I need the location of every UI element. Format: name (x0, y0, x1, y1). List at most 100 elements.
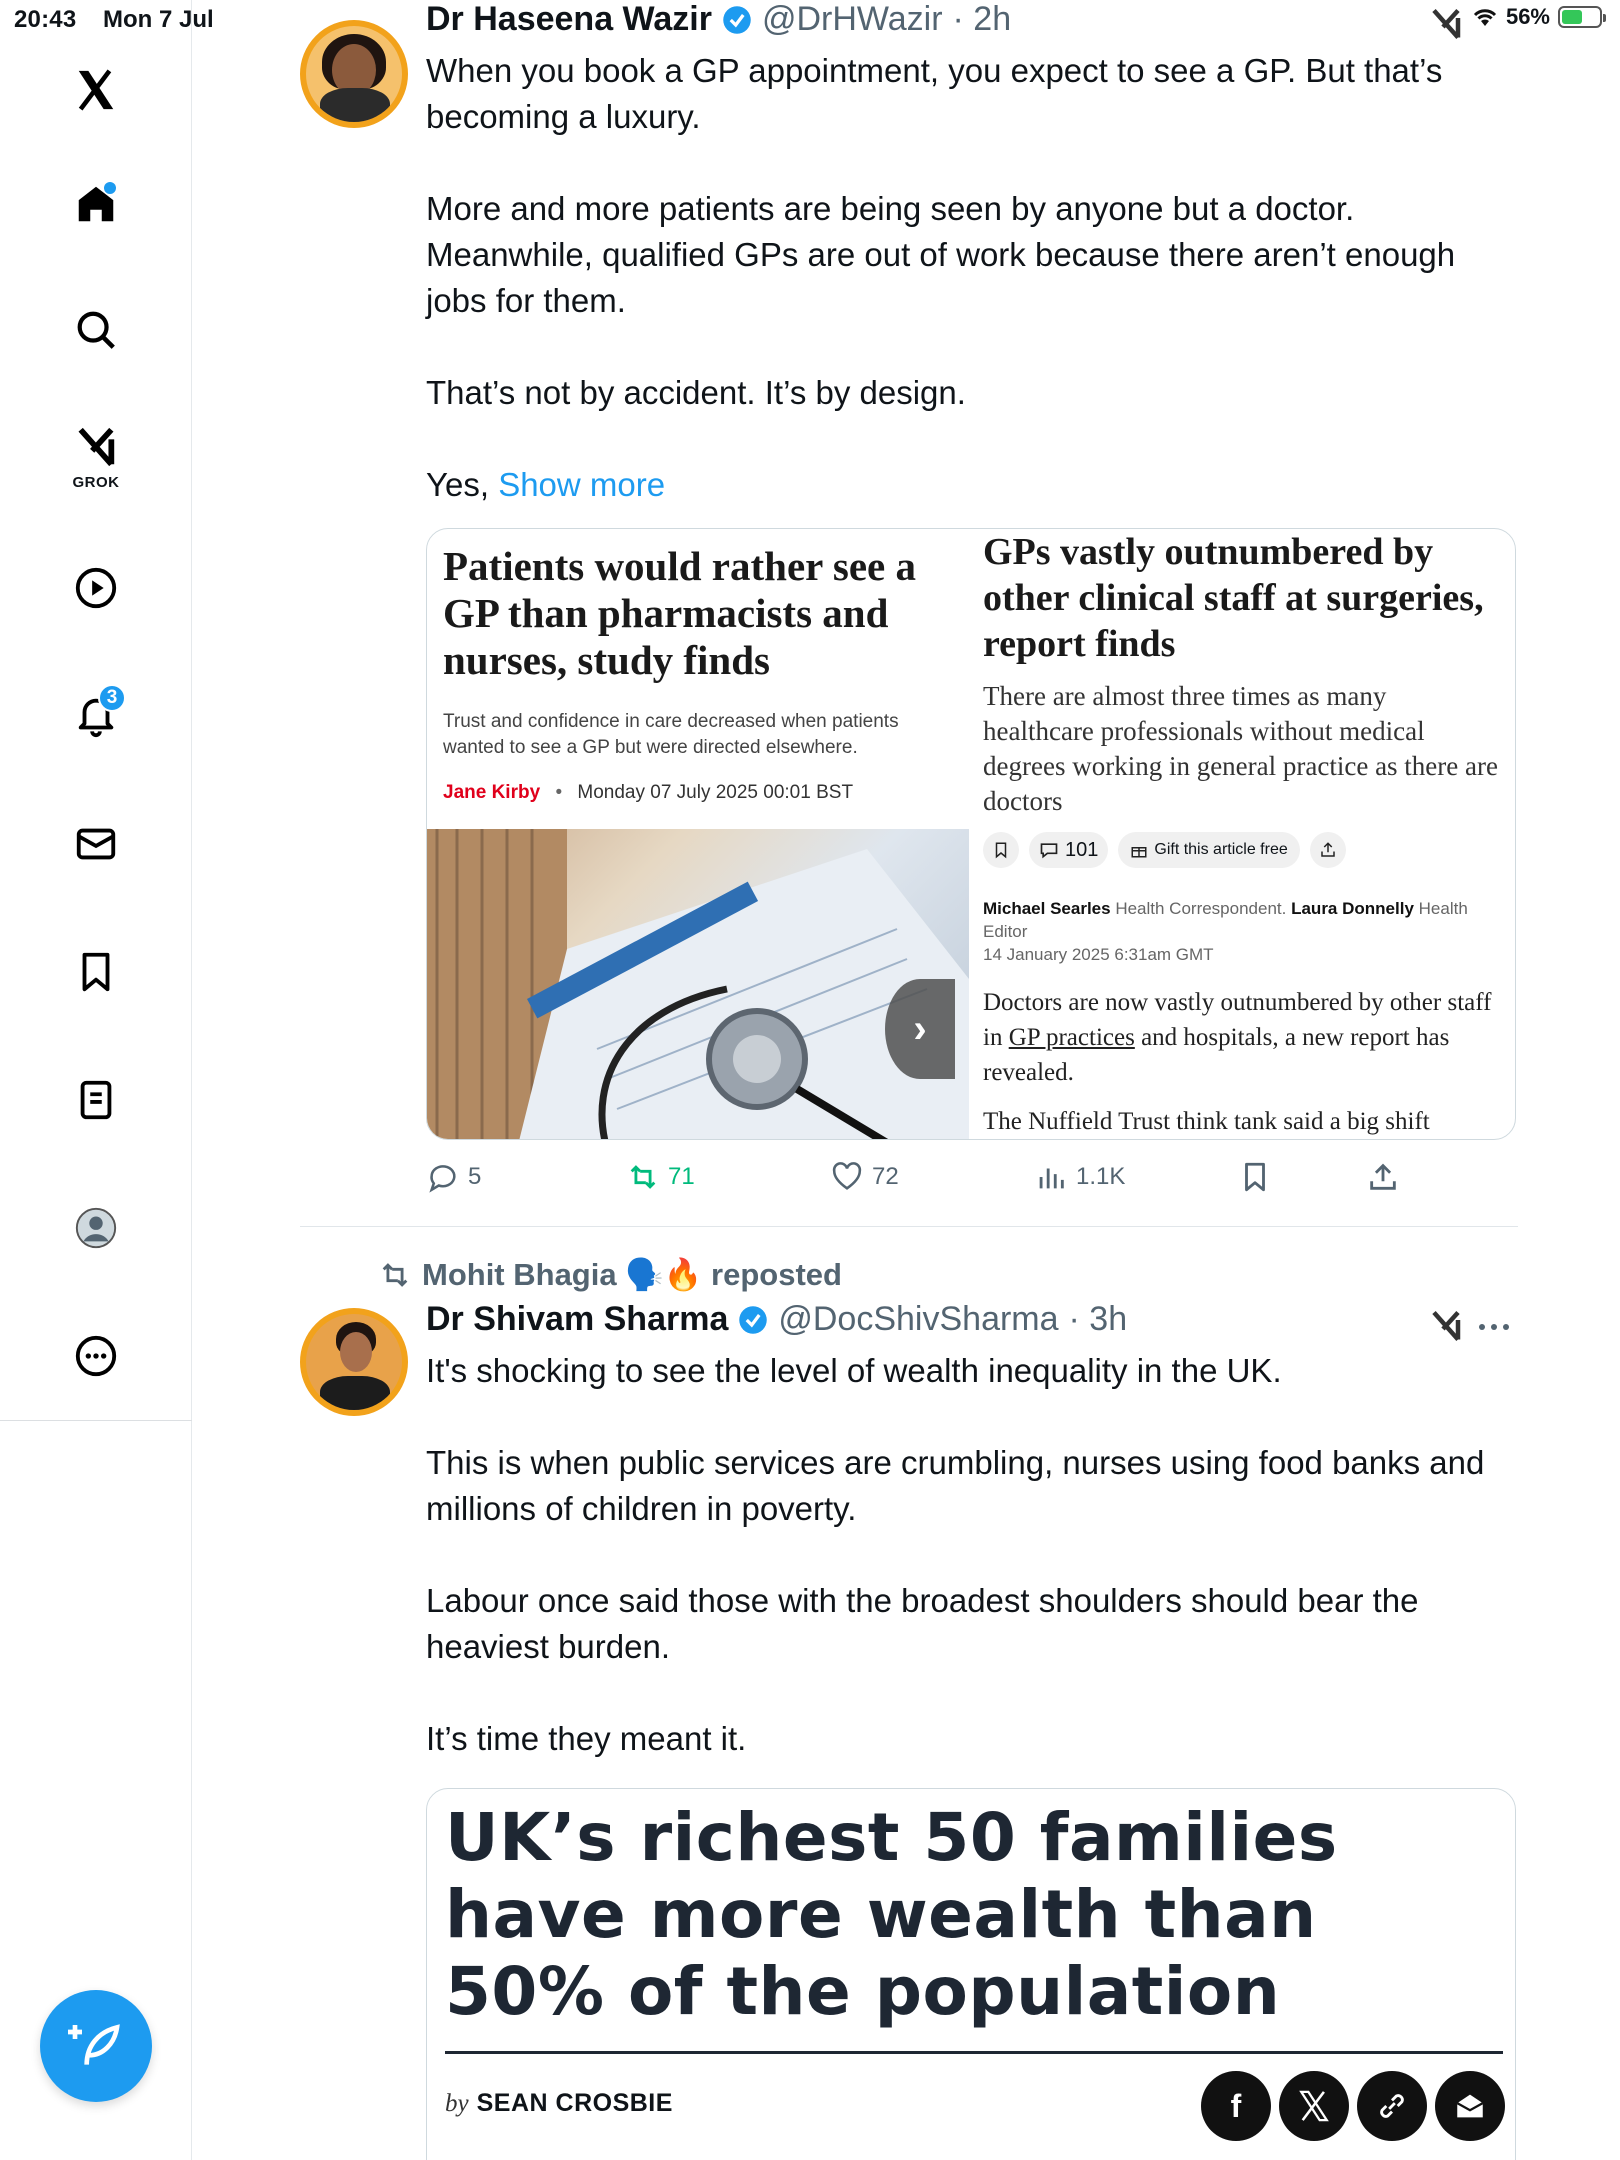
profile-icon[interactable] (56, 1188, 136, 1268)
card-left-sub: Trust and confidence in care decreased w… (443, 711, 899, 758)
share-button[interactable] (1366, 1160, 1400, 1194)
carousel-next-button[interactable]: › (885, 979, 955, 1079)
card-2-rule (445, 2051, 1503, 2054)
battery-icon (1558, 6, 1606, 28)
repost-icon (630, 1165, 656, 1189)
avatar[interactable] (300, 1308, 408, 1416)
x-logo-icon[interactable] (56, 50, 136, 130)
author-1-role: Health Correspondent. (1115, 899, 1287, 918)
avatar[interactable] (300, 20, 408, 128)
verified-icon (723, 5, 751, 34)
card-2-headline: UK’s richest 50 families have more wealt… (445, 1799, 1338, 2030)
views-button[interactable]: 1.1K (1034, 1160, 1125, 1194)
repost-small-icon (382, 1262, 408, 1287)
reply-button[interactable]: 5 (426, 1160, 481, 1194)
like-count: 72 (872, 1163, 899, 1190)
search-icon[interactable] (56, 290, 136, 370)
comments-pill[interactable]: 101 (1029, 832, 1109, 868)
x-share-button[interactable] (1279, 2071, 1349, 2141)
by-label: by (445, 2090, 469, 2117)
author-handle[interactable]: @DrHWazir (762, 0, 943, 39)
author-handle[interactable]: @DocShivSharma (778, 1300, 1058, 1339)
paragraph: Yes, (426, 466, 490, 503)
views-icon (1039, 1168, 1064, 1189)
repost-line[interactable]: Mohit Bhagia 🗣️🔥 reposted (378, 1256, 842, 1293)
video-icon[interactable] (56, 548, 136, 628)
repost-button[interactable]: 71 (626, 1160, 695, 1194)
bookmark-icon (1245, 1162, 1265, 1192)
more-options-icon[interactable] (1478, 1322, 1510, 1332)
grok-post-icon[interactable] (1428, 1308, 1464, 1344)
author-1: Michael Searles (983, 899, 1111, 918)
paragraph: More and more patients are being seen by… (426, 190, 1456, 319)
paragraph: When you book a GP appointment, you expe… (426, 52, 1443, 135)
email-share-button[interactable] (1435, 2071, 1505, 2141)
grok-post-icon[interactable] (1428, 6, 1464, 42)
comments-count: 101 (1065, 838, 1099, 861)
grok-label: GROK (72, 474, 120, 491)
post-time[interactable]: · 3h (1069, 1300, 1128, 1339)
card-right-headline: GPs vastly outnumbered by other clinical… (983, 531, 1484, 665)
card-right-article[interactable]: GPs vastly outnumbered by other clinical… (969, 529, 1515, 1139)
more-icon[interactable] (56, 1316, 136, 1396)
card-left-article[interactable]: Patients would rather see a GP than phar… (427, 529, 969, 1139)
card-right-body: Doctors are now vastly outnumbered by ot… (983, 985, 1503, 1139)
like-button[interactable]: 72 (830, 1160, 899, 1194)
sidebar: GROK 3 (0, 0, 192, 2160)
share-small-icon[interactable] (1309, 832, 1346, 868)
article-card[interactable]: Patients would rather see a GP than phar… (426, 528, 1516, 1140)
notifications-icon[interactable]: 3 (56, 676, 136, 756)
stethoscope-illustration (427, 829, 969, 1139)
gift-article-pill[interactable]: Gift this article free (1118, 832, 1300, 868)
notifications-badge: 3 (98, 684, 126, 712)
reposter-label: Mohit Bhagia 🗣️🔥 reposted (422, 1257, 842, 1292)
repost-count: 71 (668, 1163, 695, 1190)
lists-icon[interactable] (56, 1060, 136, 1140)
card-right-toolbar: 101 Gift this article free (983, 832, 1346, 868)
home-dot (104, 182, 116, 194)
post-time[interactable]: · 2h (953, 0, 1012, 39)
gift-label: Gift this article free (1154, 841, 1288, 858)
comment-small-icon (1040, 843, 1058, 859)
facebook-share-button[interactable]: f (1201, 2071, 1271, 2141)
gp-practices-link[interactable]: GP practices (1009, 1024, 1135, 1051)
post-2-text: It's shocking to see the level of wealth… (426, 1348, 1506, 1762)
card-left-author: Jane Kirby (443, 782, 541, 803)
body-text-2: The Nuffield Trust think tank said a big… (983, 1108, 1430, 1135)
post-divider (300, 1226, 1518, 1227)
author-name[interactable]: Dr Shivam Sharma (426, 1300, 728, 1339)
show-more-link[interactable]: Show more (498, 466, 665, 503)
views-count: 1.1K (1076, 1163, 1126, 1190)
bookmark-small-icon[interactable] (983, 832, 1019, 868)
grok-icon[interactable]: GROK (56, 418, 136, 498)
author-name[interactable]: Dr Haseena Wazir (426, 0, 712, 39)
link-icon (1380, 2094, 1404, 2118)
author-2: Laura Donnelly (1291, 899, 1414, 918)
gift-icon (1131, 847, 1147, 858)
heart-icon (832, 1162, 862, 1190)
paragraph: That’s not by accident. It’s by design. (426, 374, 966, 411)
compose-button[interactable] (40, 1990, 152, 2102)
post-1[interactable]: Dr Haseena Wazir @DrHWazir · 2h When you… (300, 0, 1520, 1220)
email-icon (1456, 2094, 1484, 2118)
reply-count: 5 (468, 1163, 482, 1190)
post-1-text: When you book a GP appointment, you expe… (426, 48, 1506, 508)
card-right-authors: Michael Searles Health Correspondent. La… (983, 897, 1503, 966)
card-left-date: Monday 07 July 2025 00:01 BST (577, 782, 854, 803)
paragraph: This is when public services are crumbli… (426, 1444, 1485, 1527)
card-2-share-row: f (1201, 2071, 1505, 2141)
paragraph: Labour once said those with the broadest… (426, 1582, 1419, 1665)
share-icon (1370, 1163, 1396, 1190)
reply-icon (429, 1165, 456, 1193)
card-right-sub: There are almost three times as many hea… (983, 681, 1498, 816)
card-left-headline: Patients would rather see a GP than phar… (443, 543, 916, 683)
bookmark-button[interactable] (1238, 1160, 1272, 1194)
x-icon (1299, 2090, 1329, 2122)
compose-icon (68, 2024, 120, 2065)
bookmarks-icon[interactable] (56, 932, 136, 1012)
article-card-2[interactable]: UK’s richest 50 families have more wealt… (426, 1788, 1516, 2160)
messages-icon[interactable] (56, 804, 136, 884)
post-2-header: Dr Shivam Sharma @DocShivSharma · 3h (426, 1300, 1127, 1339)
copy-link-button[interactable] (1357, 2071, 1427, 2141)
home-icon[interactable] (56, 164, 136, 244)
